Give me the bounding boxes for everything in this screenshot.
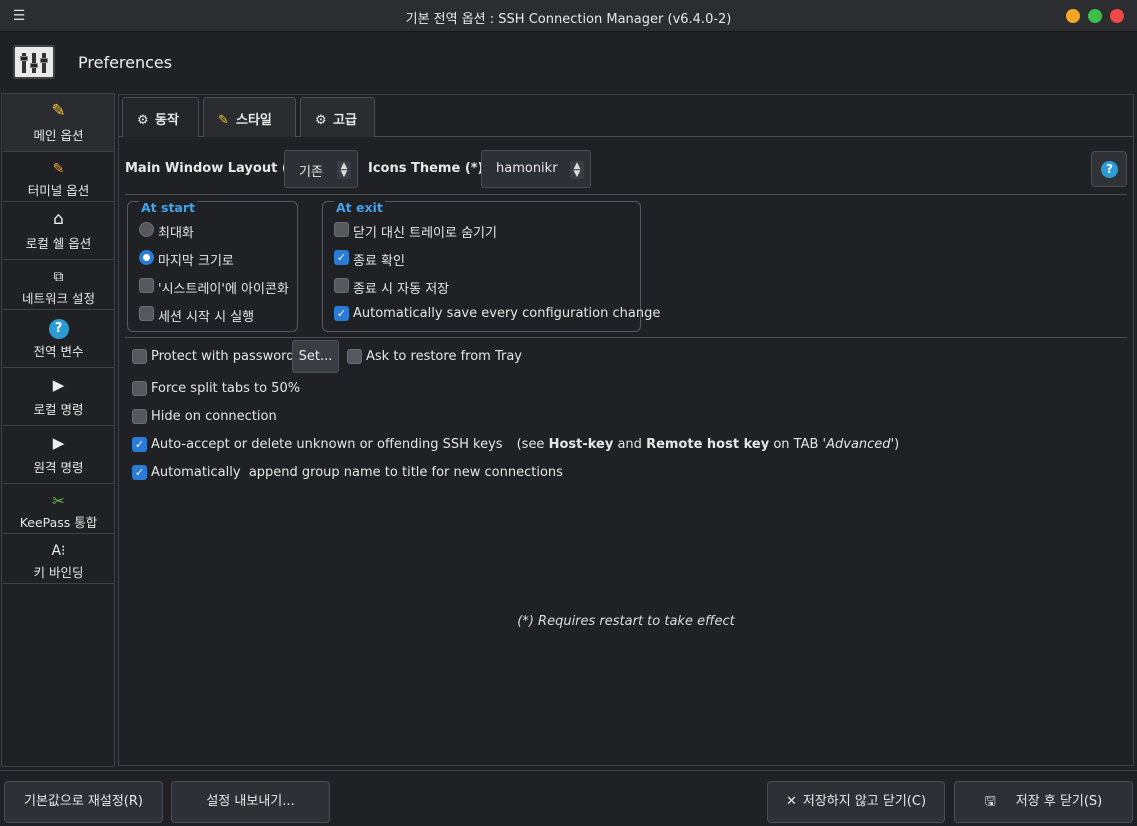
rainbow-tools-icon: ✎ [51, 101, 66, 121]
spin-arrows-icon: ▲ ▼ [337, 161, 351, 179]
keepass-icon: ✂ [52, 492, 65, 510]
home-icon: ⌂ [53, 209, 64, 229]
set-password-button[interactable]: Set... [292, 340, 339, 373]
at-start-title: At start [139, 200, 197, 215]
at-exit-title: At exit [334, 200, 385, 215]
divider [125, 194, 1127, 195]
save-and-close-button[interactable]: 🖫 저장 후 닫기(S) [954, 781, 1133, 823]
style-icon: ✎ [218, 113, 229, 128]
spin-arrows-icon: ▲ ▼ [570, 161, 584, 179]
checkbox-icon [139, 306, 154, 321]
main-window-layout-select[interactable]: 기존 ▲ ▼ [284, 150, 358, 188]
checkbox-icon [132, 381, 147, 396]
minimize-button[interactable] [1066, 9, 1080, 23]
at-exit-group: At exit 닫기 대신 트레이로 숨기기 ✓ 종료 확인 종료 시 자동 저… [322, 200, 660, 332]
sidebar-item-network-settings[interactable]: ⧉ 네트워크 설정 [3, 260, 114, 310]
window-title: 기본 전역 옵션 : SSH Connection Manager (v6.4.… [405, 12, 732, 27]
sidebar-item-keepass[interactable]: ✂ KeePass 통합 [3, 484, 114, 534]
sidebar-item-main-options[interactable]: ✎ 메인 옵션 [3, 94, 114, 152]
at-start-group: At start 최대화 마지막 크기로 '시스트레이'에 아이콘화 세션 시작… [127, 200, 298, 332]
save-icon: 🖫 [984, 794, 996, 809]
sidebar-item-key-bindings[interactable]: A⁝ 키 바인딩 [3, 534, 114, 584]
export-settings-button[interactable]: 설정 내보내기... [171, 781, 330, 823]
page-title: Preferences [78, 53, 173, 72]
dialog-footer: 기본값으로 재설정(R) 설정 내보내기... ✕ 저장하지 않고 닫기(C) 🖫… [0, 770, 1137, 826]
help-circle-icon: ? [47, 316, 71, 339]
tab-bar: ⚙ 동작 ✎ 스타일 ⚙ 고급 [119, 95, 1133, 137]
icons-theme-select[interactable]: hamonikr ▲ ▼ [481, 150, 591, 188]
divider [125, 337, 1127, 338]
checkbox-icon [139, 278, 154, 293]
terminal-tools-icon: ✎ [52, 161, 65, 177]
main-window-layout-label: Main Window Layout (*) [125, 161, 301, 176]
window-titlebar: ☰ 기본 전역 옵션 : SSH Connection Manager (v6.… [0, 0, 1137, 32]
reset-defaults-button[interactable]: 기본값으로 재설정(R) [4, 781, 163, 823]
play-icon: ▶ [52, 376, 65, 394]
help-button[interactable]: ? [1091, 151, 1127, 187]
checkbox-icon [132, 409, 147, 424]
checkbox-icon [334, 222, 349, 237]
close-x-icon: ✕ [785, 794, 797, 809]
checkbox-icon [347, 349, 362, 364]
close-button[interactable] [1110, 9, 1124, 23]
preferences-header: Preferences [0, 33, 1137, 91]
preferences-sliders-icon [13, 45, 55, 79]
tab-style[interactable]: ✎ 스타일 [203, 97, 296, 137]
checkbox-icon [334, 278, 349, 293]
sidebar-item-local-shell-options[interactable]: ⌂ 로컬 쉘 옵션 [3, 202, 114, 260]
sidebar-item-local-commands[interactable]: ▶ 로컬 명령 [3, 368, 114, 426]
sidebar-item-global-variables[interactable]: ? 전역 변수 [3, 310, 114, 368]
maximize-button[interactable] [1088, 9, 1102, 23]
sidebar-item-terminal-options[interactable]: ✎ 터미널 옵션 [3, 152, 114, 202]
play-icon: ▶ [52, 434, 65, 452]
preferences-sidebar: ✎ 메인 옵션 ✎ 터미널 옵션 ⌂ 로컬 쉘 옵션 ⧉ 네트워크 설정 ? 전… [1, 93, 115, 767]
network-icon: ⧉ [53, 269, 64, 285]
gear-badge-icon: ⚙ [137, 113, 149, 128]
help-icon: ? [1101, 161, 1118, 178]
radio-on-icon [139, 250, 154, 265]
checkbox-checked-icon: ✓ [132, 465, 147, 480]
preferences-main-panel: ⚙ 동작 ✎ 스타일 ⚙ 고급 Main Window Layout (*) 기존 ▲… [118, 94, 1134, 766]
close-without-saving-button[interactable]: ✕ 저장하지 않고 닫기(C) [767, 781, 945, 823]
icons-theme-label: Icons Theme (*) [368, 161, 484, 176]
gear-icon: ⚙ [315, 113, 327, 128]
checkbox-checked-icon: ✓ [334, 306, 349, 321]
restart-note: (*) Requires restart to take effect [517, 614, 735, 629]
checkbox-checked-icon: ✓ [334, 250, 349, 265]
checkbox-icon [132, 349, 147, 364]
keybinding-icon: A⁝ [51, 543, 66, 559]
radio-off-icon [139, 222, 154, 237]
tab-behavior[interactable]: ⚙ 동작 [122, 97, 199, 137]
checkbox-checked-icon: ✓ [132, 437, 147, 452]
sidebar-item-remote-commands[interactable]: ▶ 원격 명령 [3, 426, 114, 484]
tab-advanced[interactable]: ⚙ 고급 [300, 97, 375, 137]
